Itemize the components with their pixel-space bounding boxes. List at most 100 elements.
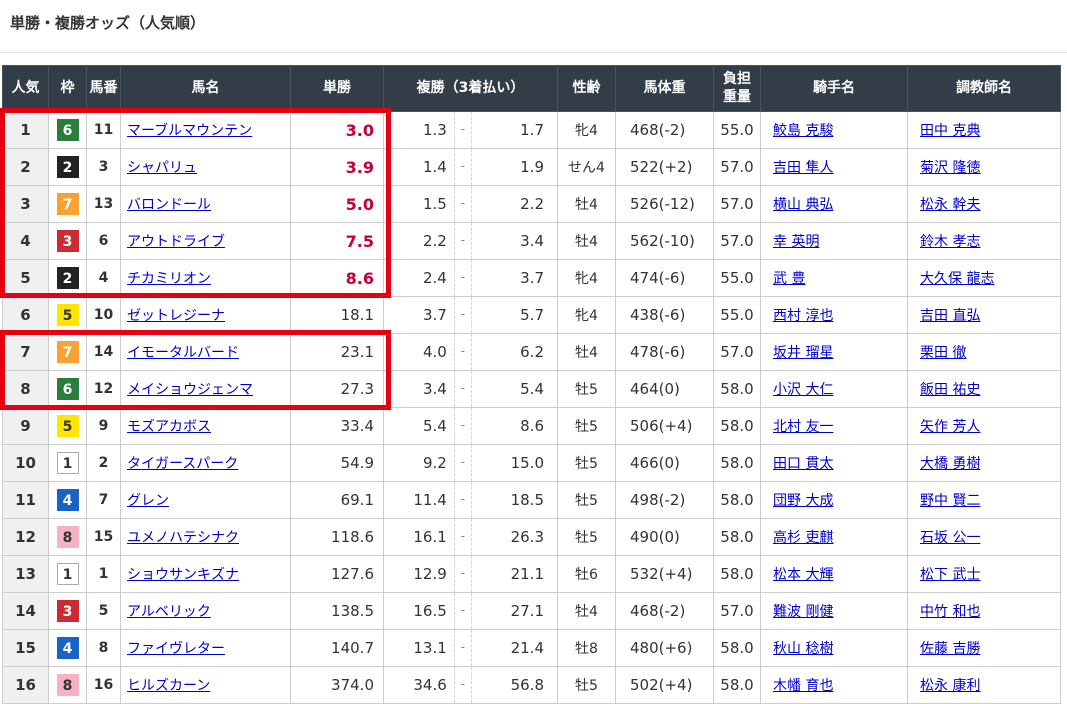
frame-badge: 4 xyxy=(57,637,79,659)
horse-name-link[interactable]: アウトドライブ xyxy=(127,234,225,250)
jockey-cell: 小沢 大仁 xyxy=(761,371,908,408)
horse-name-link[interactable]: グレン xyxy=(127,493,169,509)
trainer-link[interactable]: 大橋 勇樹 xyxy=(920,456,980,472)
horse-name-link[interactable]: ファイヴレター xyxy=(127,641,225,657)
horse-name-link[interactable]: ヒルズカーン xyxy=(127,678,210,694)
trainer-link[interactable]: 鈴木 孝志 xyxy=(920,234,980,250)
horse-weight-cell: 468(-2) xyxy=(616,112,714,149)
trainer-link[interactable]: 野中 賢二 xyxy=(920,493,980,509)
jockey-link[interactable]: 幸 英明 xyxy=(773,234,819,250)
place-odds-range: 13.1-21.4 xyxy=(384,630,557,666)
place-odds-low: 16.5 xyxy=(384,602,454,620)
trainer-link[interactable]: 松下 武士 xyxy=(920,567,980,583)
jockey-link[interactable]: 鮫島 克駿 xyxy=(773,123,833,139)
horse-weight-cell: 502(+4) xyxy=(616,667,714,704)
horse-name-cell: ファイヴレター xyxy=(121,630,291,667)
trainer-cell: 田中 克典 xyxy=(908,112,1061,149)
rank-cell: 11 xyxy=(3,482,49,519)
horse-name-link[interactable]: アルベリック xyxy=(127,604,211,620)
jockey-link[interactable]: 松本 大輝 xyxy=(773,567,833,583)
jockey-link[interactable]: 小沢 大仁 xyxy=(773,382,833,398)
place-odds-dash: - xyxy=(454,519,472,555)
trainer-link[interactable]: 松永 康利 xyxy=(920,678,980,694)
jockey-link[interactable]: 高杉 吏麒 xyxy=(773,530,833,546)
horse-name-link[interactable]: マーブルマウンテン xyxy=(127,123,252,139)
sex-age-cell: 牝4 xyxy=(558,260,616,297)
trainer-link[interactable]: 田中 克典 xyxy=(920,123,980,139)
horse-number-cell: 3 xyxy=(87,149,121,186)
impost-cell: 58.0 xyxy=(714,445,761,482)
jockey-cell: 北村 友一 xyxy=(761,408,908,445)
frame-badge: 6 xyxy=(57,119,79,141)
horse-name-link[interactable]: イモータルバード xyxy=(127,345,239,361)
trainer-link[interactable]: 栗田 徹 xyxy=(920,345,966,361)
jockey-link[interactable]: 田口 貫太 xyxy=(773,456,833,472)
rank-cell: 8 xyxy=(3,371,49,408)
place-odds-cell: 11.4-18.5 xyxy=(384,482,558,519)
place-odds-range: 34.6-56.8 xyxy=(384,667,557,703)
horse-name-link[interactable]: モズアカボス xyxy=(127,419,211,435)
place-odds-dash: - xyxy=(454,297,472,333)
place-odds-cell: 1.5-2.2 xyxy=(384,186,558,223)
jockey-link[interactable]: 横山 典弘 xyxy=(773,197,833,213)
win-odds-cell: 5.0 xyxy=(291,186,384,223)
win-odds-cell: 69.1 xyxy=(291,482,384,519)
trainer-link[interactable]: 矢作 芳人 xyxy=(920,419,980,435)
place-odds-high: 21.4 xyxy=(472,639,557,657)
frame-badge: 7 xyxy=(57,193,79,215)
table-row: 12815ユメノハテシナク118.616.1-26.3牡5490(0)58.0高… xyxy=(3,519,1061,556)
horse-name-cell: タイガースパーク xyxy=(121,445,291,482)
sex-age-cell: 牡5 xyxy=(558,408,616,445)
horse-name-link[interactable]: シャパリュ xyxy=(127,160,197,176)
frame-cell: 1 xyxy=(49,445,87,482)
trainer-cell: 松下 武士 xyxy=(908,556,1061,593)
trainer-link[interactable]: 松永 幹夫 xyxy=(920,197,980,213)
jockey-link[interactable]: 北村 友一 xyxy=(773,419,833,435)
trainer-link[interactable]: 飯田 祐史 xyxy=(920,382,980,398)
jockey-link[interactable]: 木幡 育也 xyxy=(773,678,833,694)
place-odds-range: 9.2-15.0 xyxy=(384,445,557,481)
place-odds-cell: 9.2-15.0 xyxy=(384,445,558,482)
horse-name-link[interactable]: チカミリオン xyxy=(127,271,211,287)
jockey-link[interactable]: 坂井 瑠星 xyxy=(773,345,833,361)
place-odds-low: 11.4 xyxy=(384,491,454,509)
horse-name-link[interactable]: タイガースパーク xyxy=(127,456,238,472)
jockey-link[interactable]: 西村 淳也 xyxy=(773,308,833,324)
trainer-link[interactable]: 菊沢 隆徳 xyxy=(920,160,980,176)
jockey-cell: 難波 剛健 xyxy=(761,593,908,630)
place-odds-cell: 4.0-6.2 xyxy=(384,334,558,371)
impost-cell: 58.0 xyxy=(714,482,761,519)
trainer-link[interactable]: 吉田 直弘 xyxy=(920,308,980,324)
jockey-link[interactable]: 難波 剛健 xyxy=(773,604,833,620)
jockey-link[interactable]: 武 豊 xyxy=(773,271,805,287)
horse-name-link[interactable]: ユメノハテシナク xyxy=(127,530,239,546)
odds-table-header: 人気 枠 馬番 馬名 単勝 複勝（3着払い） 性齢 馬体重 負担重量 騎手名 調… xyxy=(3,66,1061,112)
horse-name-link[interactable]: ショウサンキズナ xyxy=(127,567,239,583)
trainer-link[interactable]: 佐藤 吉勝 xyxy=(920,641,980,657)
jockey-cell: 武 豊 xyxy=(761,260,908,297)
jockey-link[interactable]: 秋山 稔樹 xyxy=(773,641,833,657)
impost-cell: 58.0 xyxy=(714,667,761,704)
table-row: 959モズアカボス33.45.4-8.6牡5506(+4)58.0北村 友一矢作… xyxy=(3,408,1061,445)
horse-number-cell: 9 xyxy=(87,408,121,445)
place-odds-low: 1.5 xyxy=(384,195,454,213)
place-odds-high: 6.2 xyxy=(472,343,557,361)
place-odds-cell: 12.9-21.1 xyxy=(384,556,558,593)
trainer-link[interactable]: 中竹 和也 xyxy=(920,604,980,620)
place-odds-high: 3.4 xyxy=(472,232,557,250)
trainer-link[interactable]: 大久保 龍志 xyxy=(920,271,994,287)
win-odds-cell: 3.9 xyxy=(291,149,384,186)
trainer-cell: 大橋 勇樹 xyxy=(908,445,1061,482)
place-odds-high: 5.7 xyxy=(472,306,557,324)
horse-name-link[interactable]: メイショウジェンマ xyxy=(127,382,253,398)
place-odds-low: 3.4 xyxy=(384,380,454,398)
horse-name-link[interactable]: バロンドール xyxy=(127,197,211,213)
horse-name-cell: ヒルズカーン xyxy=(121,667,291,704)
jockey-link[interactable]: 団野 大成 xyxy=(773,493,833,509)
trainer-cell: 菊沢 隆徳 xyxy=(908,149,1061,186)
header-place: 複勝（3着払い） xyxy=(384,66,558,112)
horse-weight-cell: 438(-6) xyxy=(616,297,714,334)
trainer-link[interactable]: 石坂 公一 xyxy=(920,530,980,546)
jockey-link[interactable]: 吉田 隼人 xyxy=(773,160,833,176)
horse-name-link[interactable]: ゼットレジーナ xyxy=(127,308,225,324)
